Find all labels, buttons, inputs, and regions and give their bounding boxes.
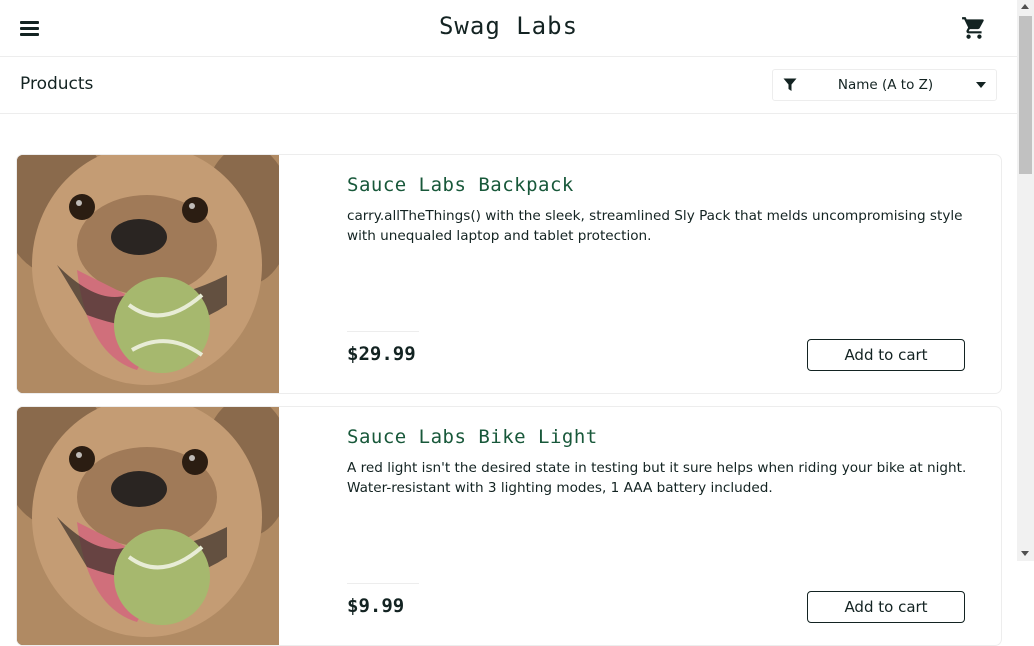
product-price: $9.99 (347, 595, 405, 617)
scroll-thumb[interactable] (1019, 16, 1032, 174)
price-divider (347, 583, 419, 584)
product-name-link[interactable]: Sauce Labs Backpack (347, 174, 574, 196)
add-to-cart-button[interactable]: Add to cart (807, 591, 965, 623)
scroll-down-arrow-icon[interactable] (1021, 551, 1029, 556)
product-description: A red light isn't the desired state in t… (347, 460, 967, 496)
add-to-cart-button[interactable]: Add to cart (807, 339, 965, 371)
product-price: $29.99 (347, 343, 416, 365)
app-title: Swag Labs (438, 12, 579, 40)
inventory-item: Sauce Labs Bike Light A red light isn't … (16, 406, 1002, 646)
sort-selected-label: Name (A to Z) (837, 77, 934, 93)
shopping-cart-icon[interactable] (961, 15, 987, 41)
chevron-down-icon (976, 82, 986, 88)
product-name-link[interactable]: Sauce Labs Bike Light (347, 426, 598, 448)
inventory-item: Sauce Labs Backpack carry.allTheThings()… (16, 154, 1002, 394)
page-title: Products (20, 74, 94, 94)
product-description: carry.allTheThings() with the sleek, str… (347, 208, 963, 244)
secondary-header: Products Name (A to Z) (0, 57, 1017, 114)
scroll-up-arrow-icon[interactable] (1021, 4, 1029, 9)
product-image[interactable] (17, 407, 279, 645)
page-scrollbar[interactable] (1017, 0, 1034, 561)
price-divider (347, 331, 419, 332)
header: Swag Labs (0, 0, 1017, 57)
product-image[interactable] (17, 155, 279, 393)
sort-dropdown[interactable]: Name (A to Z) (772, 69, 997, 101)
